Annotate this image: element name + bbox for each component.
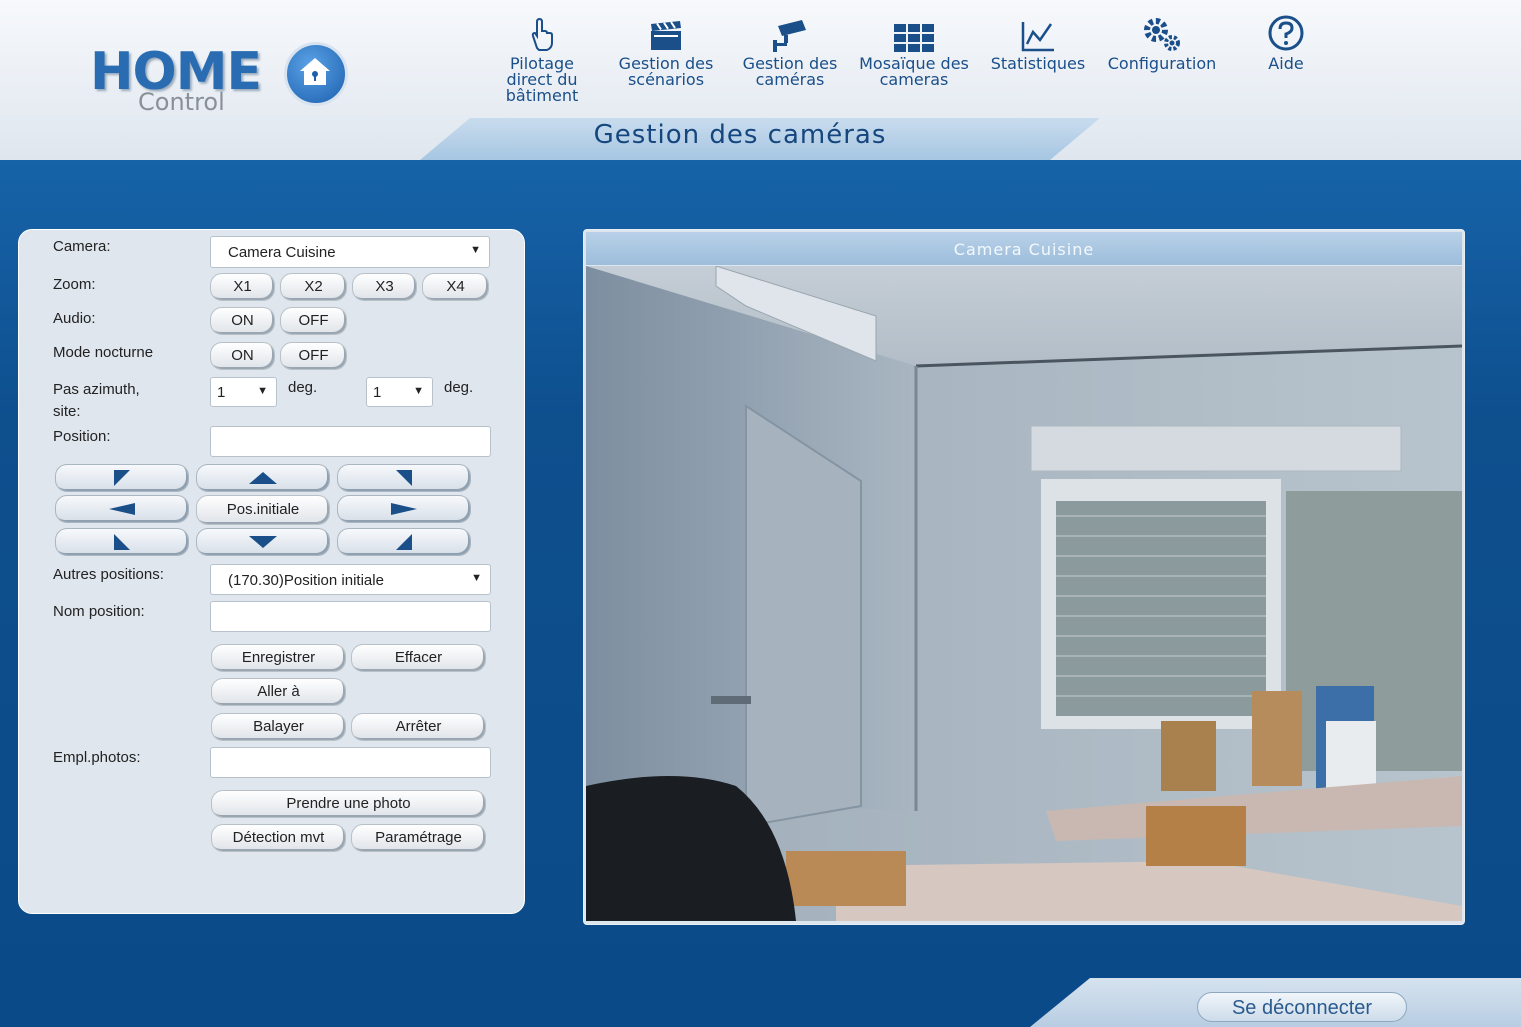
arrow-up-right-icon: [396, 470, 412, 486]
pan-down-button[interactable]: [196, 528, 330, 556]
night-mode-label: Mode nocturne: [53, 344, 154, 361]
nav-mosaique-label: Mosaïque des cameras: [859, 54, 969, 89]
arrow-right-icon: [391, 503, 417, 515]
position-name-label: Nom position:: [53, 603, 145, 620]
night-on-button[interactable]: ON: [210, 342, 275, 370]
position-name-field[interactable]: [210, 601, 491, 632]
arrow-down-left-icon: [114, 534, 130, 550]
other-positions-select[interactable]: (170.30)Position initiale ▼: [210, 564, 491, 595]
night-off-button[interactable]: OFF: [280, 342, 347, 370]
zoom-x4-button[interactable]: X4: [422, 273, 489, 301]
gears-icon: [1100, 12, 1224, 52]
security-camera-icon: [728, 12, 852, 52]
photos-location-field[interactable]: [210, 747, 491, 778]
camera-view-panel: Camera Cuisine: [583, 229, 1465, 925]
page-title: Gestion des caméras: [593, 120, 887, 150]
grid-icon: [852, 12, 976, 52]
hand-pointer-icon: [480, 12, 604, 52]
nav-mosaique[interactable]: Mosaïque des cameras: [852, 12, 976, 88]
settings-button[interactable]: Paramétrage: [351, 824, 486, 852]
home-position-button[interactable]: Pos.initiale: [196, 495, 330, 525]
other-positions-value: (170.30)Position initiale: [228, 572, 384, 589]
audio-on-button[interactable]: ON: [210, 307, 275, 335]
step-label: Pas azimuth, site:: [53, 381, 140, 420]
camera-select-value: Camera Cuisine: [228, 244, 336, 261]
camera-feed-image[interactable]: [586, 266, 1462, 921]
azimuth-deg-label: deg.: [288, 379, 318, 396]
home-control-logo[interactable]: HOME Control: [90, 22, 360, 122]
arrow-down-right-icon: [396, 534, 412, 550]
pan-down-right-button[interactable]: [337, 528, 471, 556]
site-step-value: 1: [373, 384, 382, 401]
nav-cameras[interactable]: Gestion des caméras: [728, 12, 852, 88]
motion-detection-button[interactable]: Détection mvt: [211, 824, 346, 852]
site-deg-label: deg.: [444, 379, 474, 396]
arrow-up-left-icon: [114, 470, 130, 486]
pan-right-button[interactable]: [337, 495, 471, 523]
logout-button[interactable]: Se déconnecter: [1197, 992, 1407, 1022]
nav-configuration[interactable]: Configuration: [1100, 12, 1224, 72]
pan-up-right-button[interactable]: [337, 464, 471, 492]
pan-up-button[interactable]: [196, 464, 330, 492]
arrow-down-icon: [249, 536, 277, 548]
chart-line-icon: [976, 12, 1100, 52]
zoom-x3-button[interactable]: X3: [352, 273, 417, 301]
camera-control-panel: Camera: Camera Cuisine ▼ Zoom: X1 X2 X3 …: [18, 229, 525, 914]
erase-position-button[interactable]: Effacer: [351, 644, 486, 672]
nav-aide-label: Aide: [1268, 54, 1304, 73]
chevron-down-icon: ▼: [257, 385, 268, 397]
arrow-up-icon: [249, 472, 277, 484]
nav-pilotage[interactable]: Pilotage direct du bâtiment: [480, 12, 604, 104]
camera-view-title: Camera Cuisine: [586, 232, 1462, 265]
take-photo-button[interactable]: Prendre une photo: [211, 790, 486, 818]
nav-pilotage-label: Pilotage direct du bâtiment: [505, 54, 579, 105]
pan-left-button[interactable]: [55, 495, 189, 523]
stop-button[interactable]: Arrêter: [351, 713, 486, 741]
pan-down-left-button[interactable]: [55, 528, 189, 556]
position-label: Position:: [53, 428, 111, 445]
zoom-label: Zoom:: [53, 276, 96, 293]
audio-label: Audio:: [53, 310, 96, 327]
nav-scenarios-label: Gestion des scénarios: [618, 54, 714, 89]
arrow-left-icon: [109, 503, 135, 515]
other-positions-label: Autres positions:: [53, 566, 164, 583]
nav-cameras-label: Gestion des caméras: [742, 54, 838, 89]
save-position-button[interactable]: Enregistrer: [211, 644, 346, 672]
azimuth-step-value: 1: [217, 384, 226, 401]
position-field[interactable]: [210, 426, 491, 457]
chevron-down-icon: ▼: [470, 244, 481, 256]
house-icon: [284, 42, 348, 106]
nav-aide[interactable]: Aide: [1224, 12, 1348, 72]
goto-position-button[interactable]: Aller à: [211, 678, 346, 706]
help-circle-icon: [1224, 12, 1348, 52]
zoom-x2-button[interactable]: X2: [280, 273, 347, 301]
sweep-button[interactable]: Balayer: [211, 713, 346, 741]
zoom-x1-button[interactable]: X1: [210, 273, 275, 301]
site-step-select[interactable]: 1 ▼: [366, 377, 433, 407]
logo-control-text: Control: [138, 88, 225, 116]
azimuth-step-select[interactable]: 1 ▼: [210, 377, 277, 407]
chevron-down-icon: ▼: [471, 572, 482, 584]
pan-up-left-button[interactable]: [55, 464, 189, 492]
camera-select[interactable]: Camera Cuisine ▼: [210, 236, 490, 268]
camera-label: Camera:: [53, 238, 111, 255]
audio-off-button[interactable]: OFF: [280, 307, 347, 335]
nav-statistiques[interactable]: Statistiques: [976, 12, 1100, 72]
photos-location-label: Empl.photos:: [53, 749, 141, 766]
nav-configuration-label: Configuration: [1107, 54, 1217, 73]
nav-scenarios[interactable]: Gestion des scénarios: [604, 12, 728, 88]
chevron-down-icon: ▼: [413, 385, 424, 397]
clapperboard-icon: [604, 12, 728, 52]
nav-statistiques-label: Statistiques: [990, 54, 1086, 73]
